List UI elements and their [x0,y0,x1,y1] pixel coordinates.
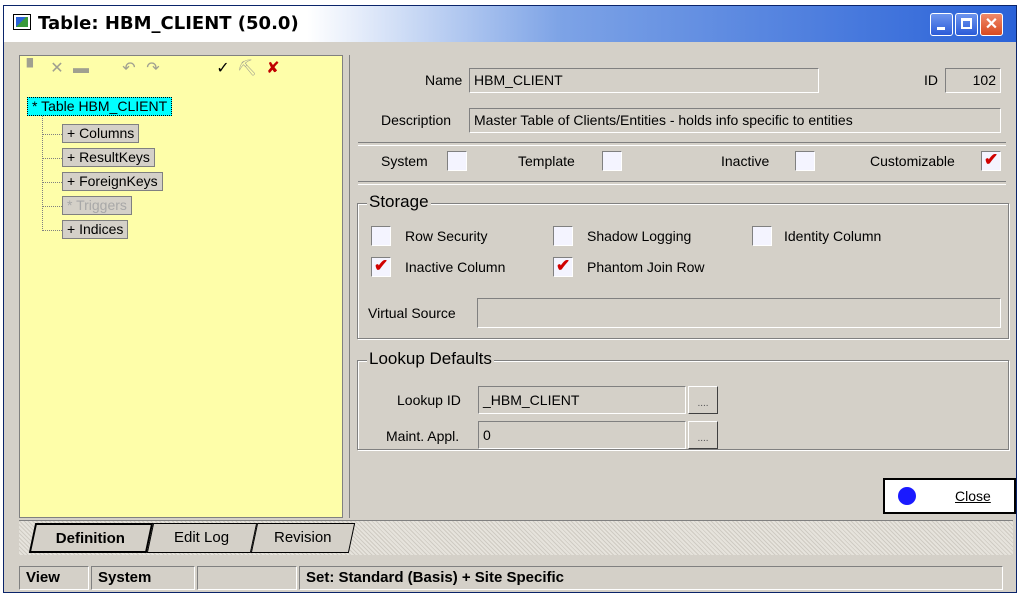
folder-icon[interactable]: ▬ [70,58,92,80]
virtual-source-label: Virtual Source [368,305,456,321]
maint-appl-label: Maint. Appl. [386,428,460,444]
status-system[interactable]: System [91,566,195,590]
delete-icon[interactable]: ✕ [46,58,68,80]
close-icon: ✕ [984,16,999,33]
name-label: Name [425,72,463,88]
maximize-button[interactable] [955,13,978,36]
inactive-checkbox[interactable] [795,151,815,171]
customizable-checkbox[interactable] [981,150,1001,171]
tab-edit-log-label: Edit Log [174,529,230,546]
minimize-icon [937,27,945,30]
tree-connector [42,134,62,136]
phantom-join-row-checkbox[interactable] [553,256,573,277]
tab-revision[interactable]: Revision [250,523,356,553]
template-label: Template [518,153,575,169]
tab-strip: Definition Edit Log Revision [19,520,1013,555]
tree-item-indices[interactable]: + Indices [62,220,129,239]
minimize-button[interactable] [930,13,953,36]
name-field[interactable]: HBM_CLIENT [469,68,819,93]
template-checkbox[interactable] [602,151,622,171]
tree-item-triggers[interactable]: * Triggers [62,196,132,215]
undo-icon[interactable]: ↶ [118,58,140,80]
window-icon [13,14,31,30]
title-bar[interactable]: Table: HBM_CLIENT (50.0) ✕ [4,6,1016,42]
tree-connector [42,230,62,232]
close-button[interactable]: Close [883,478,1016,514]
inactive-column-label: Inactive Column [405,259,506,275]
redo-icon[interactable]: ↷ [142,58,164,80]
maint-appl-browse-button[interactable]: .... [688,421,718,449]
lookup-id-label: Lookup ID [397,392,461,408]
row-security-label: Row Security [405,228,488,244]
tree-connector [42,182,62,184]
tab-edit-log[interactable]: Edit Log [146,523,258,553]
lookup-id-browse-button[interactable]: .... [688,386,718,414]
pick-icon[interactable]: ⛏ [236,58,258,80]
status-bar: View System Set: Standard (Basis) + Site… [19,566,1013,591]
id-field[interactable]: 102 [945,68,1001,93]
tree-item-resultkeys[interactable]: + ResultKeys [62,148,155,167]
id-label: ID [924,72,938,88]
new-icon[interactable]: ▘ [22,58,44,80]
shadow-logging-label: Shadow Logging [587,228,692,244]
close-button-label: Close [955,488,991,504]
status-view[interactable]: View [19,566,89,590]
row-security-checkbox[interactable] [371,226,391,246]
hammer-icon[interactable]: ✘ [262,58,284,80]
status-set: Set: Standard (Basis) + Site Specific [299,566,1003,590]
tab-revision-label: Revision [274,529,332,546]
tree-item-columns[interactable]: + Columns [62,124,140,143]
storage-title: Storage [367,192,431,212]
tree-connector [42,158,62,160]
virtual-source-field[interactable] [477,298,1001,328]
tab-definition[interactable]: Definition [28,523,154,553]
lookup-id-field[interactable]: _HBM_CLIENT [478,386,686,414]
tree-toolbar: ▘ ✕ ▬ ↶ ↷ ✓ ⛏ ✘ [22,58,322,84]
tree-root-table[interactable]: * Table HBM_CLIENT [27,97,173,116]
window-title: Table: HBM_CLIENT (50.0) [38,13,299,34]
system-checkbox[interactable] [447,151,467,171]
lookup-defaults-title: Lookup Defaults [367,349,494,369]
close-dot-icon [898,487,916,505]
status-blank [197,566,297,590]
maint-appl-field[interactable]: 0 [478,421,686,449]
check-tool-icon[interactable]: ✓ [212,58,234,80]
identity-column-label: Identity Column [784,228,882,244]
close-window-button[interactable]: ✕ [980,13,1003,36]
separator [358,142,1006,146]
inactive-column-checkbox[interactable] [371,256,391,277]
system-label: System [381,153,428,169]
shadow-logging-checkbox[interactable] [553,226,573,246]
tree-item-foreignkeys[interactable]: + ForeignKeys [62,172,163,191]
phantom-join-row-label: Phantom Join Row [587,259,705,275]
customizable-label: Customizable [870,153,955,169]
maximize-icon [961,18,972,29]
description-label: Description [381,112,452,128]
separator [358,181,1006,185]
tree-connector [42,206,62,208]
description-field[interactable]: Master Table of Clients/Entities - holds… [469,108,1001,133]
identity-column-checkbox[interactable] [752,226,772,246]
tab-definition-label: Definition [56,530,126,547]
inactive-label: Inactive [721,153,770,169]
